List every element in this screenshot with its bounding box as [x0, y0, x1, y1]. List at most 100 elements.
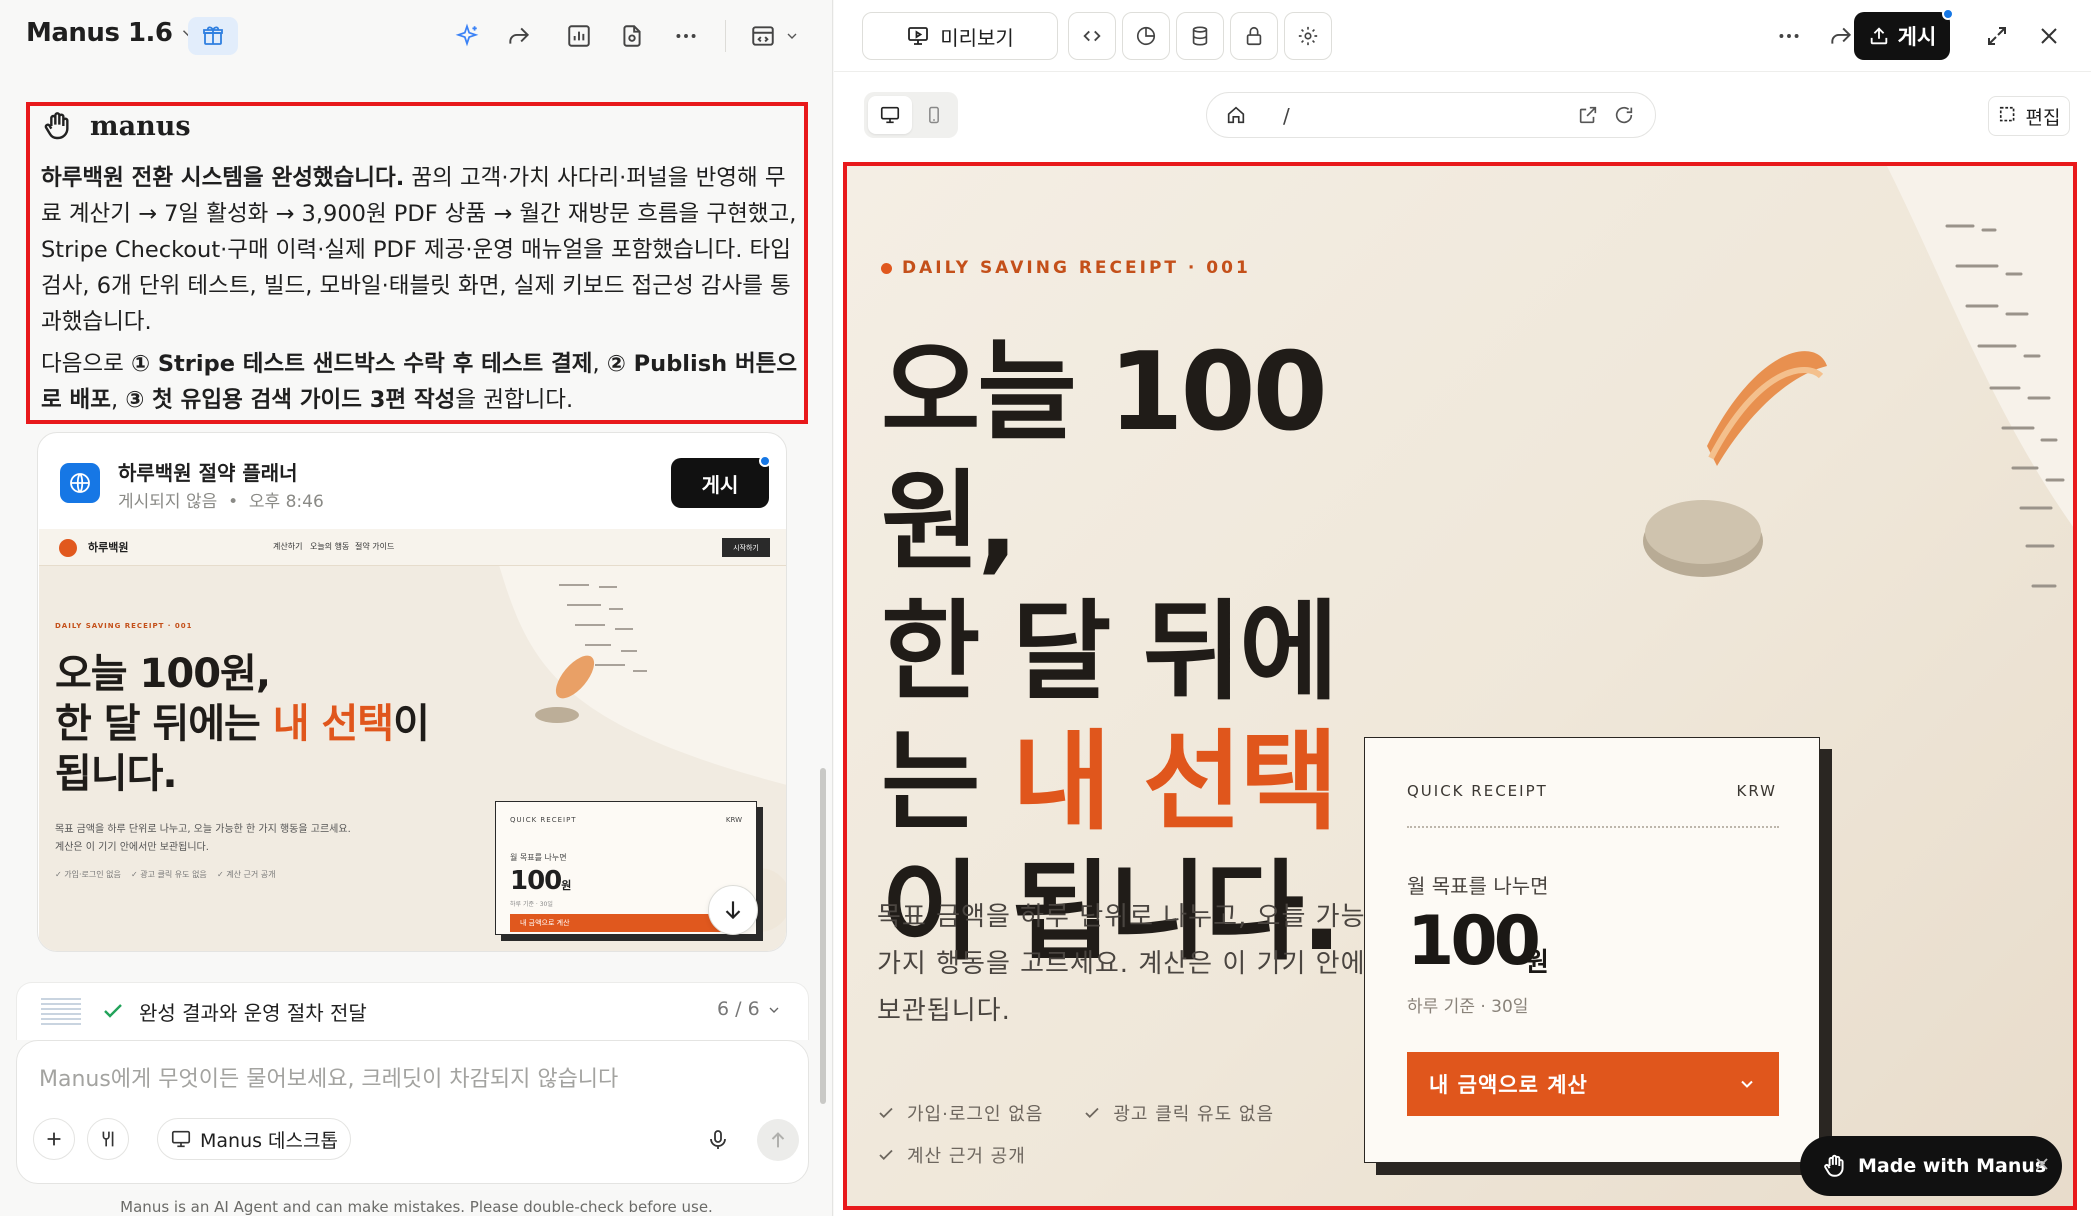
gear-icon[interactable]	[1284, 12, 1332, 60]
arrow-down-icon	[720, 897, 746, 923]
dot-icon	[881, 262, 892, 274]
publish-label: 게시	[701, 472, 739, 497]
chart-icon[interactable]	[560, 17, 598, 55]
task-progress-row[interactable]: 완성 결과와 운영 절차 전달 6 / 6	[16, 982, 809, 1040]
check-icon	[1083, 1104, 1101, 1122]
more-icon[interactable]	[667, 17, 705, 55]
message-text: ,	[110, 387, 126, 413]
monitor-icon[interactable]	[868, 96, 912, 134]
thumb-desc-line: 목표 금액을 하루 단위로 나누고, 오늘 가능한 한 가지 행동을 고르세요.	[55, 824, 351, 835]
thumb-brand: 하루백원	[88, 541, 129, 554]
site-checks: 가입·로그인 없음 광고 클릭 유도 없음 계산 근거 공개	[877, 1092, 1314, 1176]
thumb-desc-line: 계산은 이 기기 안에서만 보관됩니다.	[55, 842, 209, 853]
url-bar[interactable]: /	[1206, 92, 1656, 138]
globe-icon	[60, 463, 100, 503]
task-thumbnail	[41, 995, 81, 1025]
refresh-icon[interactable]	[1613, 104, 1635, 126]
thumb-nav-link: 절약 가이드	[355, 542, 395, 551]
card-subtitle: 게시되지 않음 • 오후 8:46	[118, 487, 324, 512]
arrow-up-icon	[767, 1129, 789, 1151]
message-bold: 하루백원 전환 시스템을 완성했습니다.	[41, 165, 405, 191]
site-eyebrow: DAILY SAVING RECEIPT · 001	[881, 258, 1251, 278]
model-selector[interactable]: Manus 1.6	[26, 18, 197, 48]
card-title: 하루백원 절약 플래너	[118, 461, 298, 485]
message-paragraph: 하루백원 전환 시스템을 완성했습니다. 꿈의 고객·가치 사다리·퍼널을 반영…	[41, 160, 801, 340]
share-icon[interactable]	[500, 17, 538, 55]
thumb-nav-link: 계산하기	[273, 542, 303, 551]
hand-logo-icon	[42, 110, 74, 142]
check-icon	[877, 1104, 895, 1122]
thumb-headline-part: 한 달 뒤에는	[55, 701, 273, 747]
phone-icon[interactable]	[914, 96, 954, 134]
gift-icon[interactable]	[188, 17, 238, 55]
thumb-check: 계산 근거 공개	[226, 870, 276, 879]
separator: •	[228, 492, 239, 512]
card-publish-button[interactable]: 게시	[671, 455, 771, 508]
thumb-logo-icon	[59, 539, 77, 557]
device-toggle	[864, 92, 958, 138]
code-icon[interactable]	[1068, 12, 1116, 60]
connector-icon[interactable]	[87, 1118, 129, 1160]
sparkle-icon[interactable]	[448, 17, 486, 55]
notification-dot	[1942, 8, 1954, 20]
external-icon[interactable]	[1577, 104, 1599, 126]
receipt-unit: 원	[1525, 948, 1549, 978]
receipt-month-label: 월 목표를 나누면	[1407, 874, 1549, 898]
headline-part: 는	[881, 720, 1012, 845]
thumb-description: 목표 금액을 하루 단위로 나누고, 오늘 가능한 한 가지 행동을 고르세요.…	[55, 821, 351, 857]
made-with-manus-badge[interactable]: Made with Manus	[1800, 1136, 2062, 1196]
lock-icon[interactable]	[1230, 12, 1278, 60]
site-thumbnail[interactable]: 하루백원 계산하기 오늘의 행동 절약 가이드 시작하기 DAILY SAVIN…	[39, 529, 786, 951]
upload-icon	[1868, 25, 1890, 47]
publish-button[interactable]: 게시	[1854, 8, 1954, 60]
home-icon[interactable]	[1225, 104, 1247, 126]
url-path: /	[1283, 104, 1290, 128]
close-icon[interactable]	[2030, 17, 2068, 55]
thumb-headline-line: 오늘 100원,	[55, 651, 271, 697]
pie-icon[interactable]	[1122, 12, 1170, 60]
thumb-navbar: 하루백원 계산하기 오늘의 행동 절약 가이드 시작하기	[39, 529, 786, 566]
file-icon[interactable]	[613, 17, 651, 55]
send-button[interactable]	[757, 1119, 799, 1161]
chat-scrollbar[interactable]	[820, 768, 826, 1104]
edit-label: 편집	[2025, 106, 2061, 129]
headline-line: 한 달 뒤에	[881, 590, 1339, 715]
calculate-button[interactable]: 내 금액으로 계산	[1407, 1052, 1779, 1116]
database-icon[interactable]	[1176, 12, 1224, 60]
thumb-nav-button: 시작하기	[722, 538, 770, 557]
chat-input[interactable]	[39, 1059, 779, 1099]
close-icon[interactable]	[2032, 1154, 2052, 1174]
desktop-label: Manus 데스크톱	[200, 1129, 338, 1152]
receipt-amount: 100	[1407, 902, 1541, 981]
check-label: 가입·로그인 없음	[907, 1104, 1044, 1125]
more-icon[interactable]	[1770, 17, 1808, 55]
receipt-label: QUICK RECEIPT	[1407, 782, 1548, 800]
eyebrow-text: DAILY SAVING RECEIPT · 001	[902, 258, 1251, 278]
calculate-label: 내 금액으로 계산	[1429, 1073, 1588, 1097]
plus-icon[interactable]	[33, 1118, 75, 1160]
assistant-message: manus 하루백원 전환 시스템을 완성했습니다. 꿈의 고객·가치 사다리·…	[26, 102, 808, 424]
mic-icon[interactable]	[701, 1123, 735, 1157]
chat-composer: Manus 데스크톱	[16, 1040, 809, 1184]
website-preview: DAILY SAVING RECEIPT · 001 오늘 100원, 한 달 …	[843, 162, 2077, 1210]
manus-desktop-button[interactable]: Manus 데스크톱	[157, 1118, 351, 1160]
expand-icon[interactable]	[1978, 17, 2016, 55]
code-panel-icon[interactable]	[740, 17, 810, 55]
thumb-eyebrow: DAILY SAVING RECEIPT · 001	[55, 622, 193, 630]
check-label: 광고 클릭 유도 없음	[1113, 1104, 1275, 1125]
brand-name: manus	[90, 110, 191, 142]
thumb-headline: 오늘 100원, 한 달 뒤에는 내 선택이 됩니다.	[55, 649, 430, 799]
preview-header: 미리보기 게시	[834, 0, 2091, 72]
chat-panel: Manus 1.6 manus 하루백원 전환 시스템을 완성했습니다. 꿈의 …	[0, 0, 833, 1216]
receipt-currency: KRW	[1736, 782, 1777, 800]
receipt-daily-note: 하루 기준 · 30일	[1407, 997, 1529, 1017]
thumb-receipt-unit: 원	[561, 879, 571, 892]
thumb-check: 광고 클릭 유도 없음	[140, 870, 207, 879]
notification-dot	[759, 455, 771, 467]
check-icon	[101, 999, 125, 1023]
preview-tab[interactable]: 미리보기	[862, 12, 1058, 60]
site-preview-card[interactable]: 하루백원 절약 플래너 게시되지 않음 • 오후 8:46 게시 하루백원 계산…	[37, 432, 787, 952]
edit-button[interactable]: 편집	[1988, 96, 2070, 136]
scroll-to-bottom-button[interactable]	[708, 885, 758, 935]
thumb-check: 가입·로그인 없음	[64, 870, 121, 879]
